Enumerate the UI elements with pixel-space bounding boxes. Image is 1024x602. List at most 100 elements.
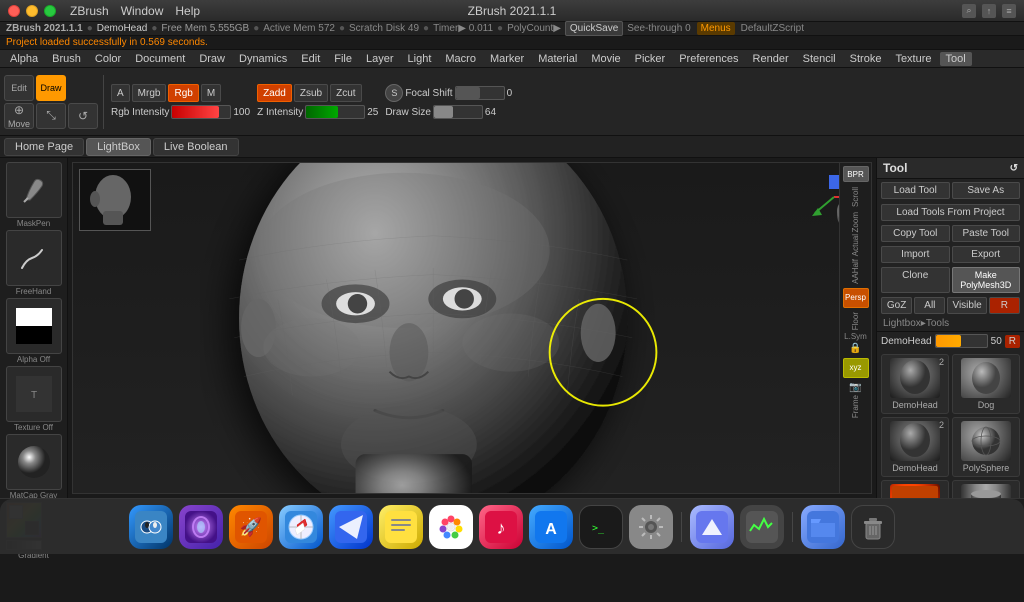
- load-from-project-button[interactable]: Load Tools From Project: [881, 204, 1020, 221]
- app-menu-help[interactable]: Help: [175, 4, 200, 18]
- menu-render[interactable]: Render: [747, 52, 795, 66]
- dock-launchpad[interactable]: 🚀: [229, 505, 273, 549]
- tool-item-cylinder3d[interactable]: Cylinder3D: [952, 480, 1020, 498]
- lightbox-label[interactable]: Lightbox▸Tools: [877, 316, 1024, 332]
- freehand-box[interactable]: [6, 230, 62, 286]
- quicksave-button[interactable]: QuickSave: [565, 21, 623, 36]
- brush-selector[interactable]: MaskPen: [6, 162, 62, 228]
- zsub-button[interactable]: Zsub: [294, 84, 328, 102]
- freehand-brush[interactable]: FreeHand: [6, 230, 62, 296]
- m-button[interactable]: M: [201, 84, 221, 102]
- menu-picker[interactable]: Picker: [629, 52, 672, 66]
- dock-folder[interactable]: [801, 505, 845, 549]
- dock-finder[interactable]: [129, 505, 173, 549]
- alpha-box[interactable]: [6, 298, 62, 354]
- menu-icon[interactable]: ≡: [1002, 4, 1016, 18]
- mask-pen-brush[interactable]: [6, 162, 62, 218]
- demohead-r-button[interactable]: R: [1005, 335, 1020, 348]
- draw-size-slider[interactable]: [433, 105, 483, 119]
- dock-appstore[interactable]: A: [529, 505, 573, 549]
- texture-box[interactable]: T: [6, 366, 62, 422]
- dock-siri[interactable]: [179, 505, 223, 549]
- r-button[interactable]: R: [989, 297, 1020, 314]
- import-button[interactable]: Import: [881, 246, 950, 263]
- matcap-box[interactable]: [6, 434, 62, 490]
- menu-movie[interactable]: Movie: [585, 52, 626, 66]
- menu-tool[interactable]: Tool: [940, 52, 972, 66]
- app-menu-zbrush[interactable]: ZBrush: [70, 4, 109, 18]
- scroll-button[interactable]: Scroll: [851, 184, 860, 210]
- menu-stroke[interactable]: Stroke: [844, 52, 888, 66]
- mrgb-button[interactable]: Mrgb: [132, 84, 167, 102]
- menu-alpha[interactable]: Alpha: [4, 52, 44, 66]
- zcut-button[interactable]: Zcut: [330, 84, 361, 102]
- menu-document[interactable]: Document: [129, 52, 191, 66]
- lock-icon[interactable]: 🔒: [849, 343, 861, 354]
- demohead-slider[interactable]: [935, 334, 988, 348]
- tool-item-polysphere[interactable]: PolySphere: [952, 417, 1020, 477]
- l-sym-button[interactable]: L.Sym: [844, 332, 867, 341]
- aahalf-button[interactable]: AAHalf: [851, 259, 860, 284]
- menu-preferences[interactable]: Preferences: [673, 52, 744, 66]
- visible-button[interactable]: Visible: [947, 297, 986, 314]
- alpha-selector[interactable]: Alpha Off: [6, 298, 62, 364]
- dock-photos[interactable]: [429, 505, 473, 549]
- all-button[interactable]: All: [914, 297, 945, 314]
- floor-button[interactable]: Floor: [851, 312, 860, 330]
- viewport[interactable]: BPR Scroll Zoom Actual AAHalf Persp Floo…: [72, 162, 872, 494]
- share-icon[interactable]: ↑: [982, 4, 996, 18]
- bpr-button[interactable]: BPR: [843, 166, 869, 182]
- tab-lightbox[interactable]: LightBox: [86, 138, 151, 156]
- menu-edit[interactable]: Edit: [295, 52, 326, 66]
- tab-homepage[interactable]: Home Page: [4, 138, 84, 156]
- draw-button[interactable]: Draw: [36, 75, 66, 101]
- actual-button[interactable]: Actual: [851, 234, 860, 256]
- move-button[interactable]: ⊕ Move: [4, 103, 34, 129]
- focal-shift-slider[interactable]: [455, 86, 505, 100]
- dock-launchpad2[interactable]: [690, 505, 734, 549]
- edit-button[interactable]: Edit: [4, 75, 34, 101]
- dock-stickies[interactable]: [379, 505, 423, 549]
- close-button[interactable]: [8, 5, 20, 17]
- frame-button[interactable]: Frame: [851, 395, 860, 418]
- minimize-button[interactable]: [26, 5, 38, 17]
- menu-dynamics[interactable]: Dynamics: [233, 52, 293, 66]
- app-menu-window[interactable]: Window: [121, 4, 164, 18]
- menu-light[interactable]: Light: [402, 52, 438, 66]
- dock-activity-monitor[interactable]: [740, 505, 784, 549]
- zadd-button[interactable]: Zadd: [257, 84, 292, 102]
- copy-tool-button[interactable]: Copy Tool: [881, 225, 950, 242]
- dock-music[interactable]: ♪: [479, 505, 523, 549]
- menu-marker[interactable]: Marker: [484, 52, 530, 66]
- tool-item-demohead2[interactable]: 2 DemoHead: [881, 417, 949, 477]
- export-button[interactable]: Export: [952, 246, 1021, 263]
- menu-material[interactable]: Material: [532, 52, 583, 66]
- dock-trash[interactable]: [851, 505, 895, 549]
- xyz-button[interactable]: xyz: [843, 358, 869, 378]
- menu-draw[interactable]: Draw: [193, 52, 231, 66]
- texture-selector[interactable]: T Texture Off: [6, 366, 62, 432]
- menu-texture[interactable]: Texture: [889, 52, 937, 66]
- a-button[interactable]: A: [111, 84, 130, 102]
- menu-stencil[interactable]: Stencil: [797, 52, 842, 66]
- paste-tool-button[interactable]: Paste Tool: [952, 225, 1021, 242]
- rotate-button[interactable]: ↺: [68, 103, 98, 129]
- dock-notes[interactable]: [329, 505, 373, 549]
- reset-icon[interactable]: ↺: [1010, 163, 1018, 174]
- rgb-intensity-slider[interactable]: [171, 105, 231, 119]
- tab-live-boolean[interactable]: Live Boolean: [153, 138, 239, 156]
- menu-brush[interactable]: Brush: [46, 52, 87, 66]
- make-polymesh-button[interactable]: Make PolyMesh3D: [952, 267, 1021, 293]
- scale-button[interactable]: ⤡: [36, 103, 66, 129]
- camera-icon[interactable]: 📷: [849, 382, 861, 393]
- clone-button[interactable]: Clone: [881, 267, 950, 293]
- matcap-selector[interactable]: MatCap Gray: [6, 434, 62, 500]
- menu-macro[interactable]: Macro: [439, 52, 482, 66]
- menu-layer[interactable]: Layer: [360, 52, 400, 66]
- rgb-button[interactable]: Rgb: [168, 84, 198, 102]
- dock-safari[interactable]: [279, 505, 323, 549]
- menu-file[interactable]: File: [328, 52, 358, 66]
- dock-terminal[interactable]: >_: [579, 505, 623, 549]
- symmetry-button[interactable]: S: [385, 84, 403, 102]
- search-icon[interactable]: ⌕: [962, 4, 976, 18]
